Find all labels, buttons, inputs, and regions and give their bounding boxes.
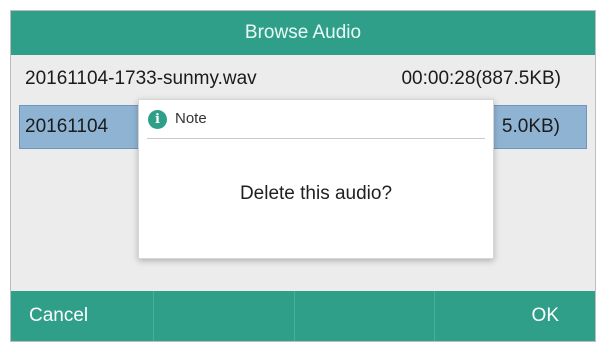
cancel-button[interactable]: Cancel bbox=[11, 291, 154, 341]
list-item[interactable]: 20161104-1733-sunmy.wav 00:00:28(887.5KB… bbox=[11, 55, 595, 103]
dialog-message: Delete this audio? bbox=[239, 183, 393, 204]
ok-button[interactable]: OK bbox=[435, 291, 595, 341]
info-icon: i bbox=[148, 110, 167, 129]
softkey-2[interactable] bbox=[154, 291, 295, 341]
audio-file-info: 00:00:28(887.5KB) bbox=[401, 68, 561, 89]
softkey-3[interactable] bbox=[295, 291, 436, 341]
audio-file-info: 5.0KB) bbox=[501, 116, 560, 137]
softkey-bar: Cancel OK bbox=[11, 291, 595, 341]
dialog-title: Note bbox=[175, 110, 207, 127]
phone-screen: Browse Audio 20161104-1733-sunmy.wav 00:… bbox=[10, 10, 596, 342]
dialog-header: i Note bbox=[139, 100, 493, 138]
audio-file-name: 20161104-1733-sunmy.wav bbox=[25, 68, 257, 89]
audio-file-name: 20161104 bbox=[25, 116, 109, 137]
screen-title: Browse Audio bbox=[11, 11, 595, 55]
confirm-dialog: i Note Delete this audio? bbox=[138, 99, 494, 259]
